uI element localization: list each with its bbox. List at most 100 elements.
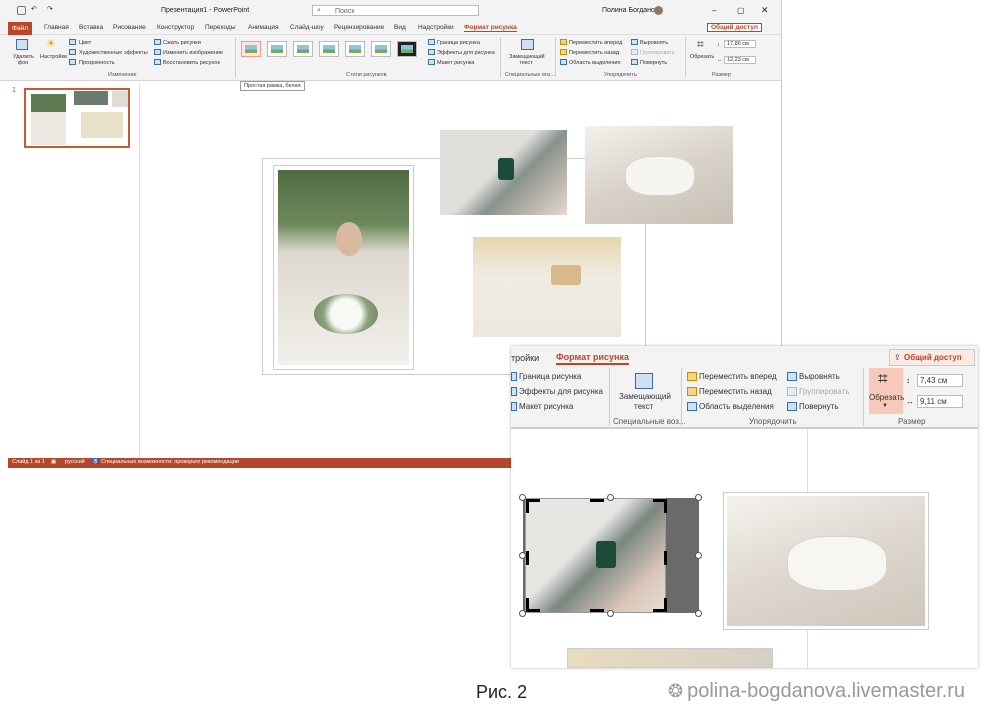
- transparency-icon: [69, 59, 76, 65]
- zoom-effects-button[interactable]: Эффекты для рисунка: [519, 387, 603, 396]
- group-arrange-label: Упорядочить: [604, 72, 637, 78]
- zoom-ribbon: тройки Формат рисунка ⇪ Общий доступ Гра…: [511, 346, 978, 428]
- separator: [500, 37, 501, 77]
- zoom-layout-button[interactable]: Макет рисунка: [519, 402, 573, 411]
- resize-handle[interactable]: [519, 610, 526, 617]
- tab-draw[interactable]: Рисование: [113, 24, 146, 31]
- crop-button[interactable]: Обрезать: [690, 54, 714, 60]
- group-accessibility-label: Специальные воз...: [505, 72, 555, 78]
- notes-icon[interactable]: ▣: [51, 459, 56, 465]
- send-backward-button[interactable]: Переместить назад: [569, 50, 619, 56]
- transparency-button[interactable]: Прозрачность: [79, 60, 115, 66]
- zoom-tab-previous[interactable]: тройки: [511, 353, 539, 363]
- tab-view[interactable]: Вид: [394, 24, 406, 31]
- resize-handle[interactable]: [607, 610, 614, 617]
- share-icon: ⇪: [894, 353, 901, 362]
- zoom-border-button[interactable]: Граница рисунка: [519, 372, 581, 381]
- zoom-photo-shoes[interactable]: [723, 492, 929, 630]
- photo-shoes[interactable]: [585, 126, 733, 224]
- zoom-height-input[interactable]: 7,43 см: [917, 374, 963, 387]
- tab-home[interactable]: Главная: [44, 24, 69, 31]
- zoom-width-icon: ↔: [906, 397, 914, 406]
- slide-thumbnail[interactable]: [24, 88, 130, 148]
- selection-pane-button[interactable]: Область выделения: [569, 60, 620, 66]
- search-box[interactable]: ⌕ Поиск: [312, 5, 479, 16]
- alt-text-button[interactable]: Замещающий текст: [509, 54, 545, 66]
- picture-effects-button[interactable]: Эффекты для рисунка: [437, 50, 495, 56]
- resize-handle[interactable]: [519, 494, 526, 501]
- zoom-bring-forward-button[interactable]: Переместить вперед: [699, 372, 777, 381]
- photo-bride[interactable]: [273, 165, 414, 370]
- zoom-width-input[interactable]: 9,11 см: [917, 395, 963, 408]
- tab-insert[interactable]: Вставка: [79, 24, 103, 31]
- style-thumbnail-7[interactable]: [397, 41, 417, 57]
- resize-handle[interactable]: [695, 552, 702, 559]
- crop-frame[interactable]: [523, 496, 670, 615]
- zoom-rotate-button[interactable]: Повернуть: [799, 402, 839, 411]
- remove-background-button[interactable]: Удалить фон: [13, 54, 34, 66]
- thumb-photo-shoes: [112, 91, 128, 107]
- width-input[interactable]: 12,23 см: [724, 56, 756, 64]
- avatar[interactable]: [654, 6, 663, 15]
- resize-handle[interactable]: [607, 494, 614, 501]
- rotate-button[interactable]: Повернуть: [640, 60, 667, 66]
- tab-file[interactable]: Файл: [8, 22, 32, 35]
- zoom-tab-picture-format[interactable]: Формат рисунка: [556, 352, 629, 365]
- align-button[interactable]: Выровнять: [640, 40, 668, 46]
- tab-slideshow[interactable]: Слайд-шоу: [290, 24, 324, 31]
- tab-design[interactable]: Конструктор: [157, 24, 194, 31]
- zoom-alt-text-line2[interactable]: текст: [634, 402, 653, 411]
- reset-picture-button[interactable]: Восстановить рисунок: [163, 60, 220, 66]
- zoom-photo-flowers[interactable]: [567, 648, 773, 668]
- align-icon: [631, 39, 638, 45]
- close-button[interactable]: ✕: [761, 5, 769, 16]
- status-accessibility[interactable]: Специальные возможности: проверьте реком…: [101, 459, 239, 465]
- photo-ring-box[interactable]: [440, 130, 567, 215]
- zoom-send-backward-button[interactable]: Переместить назад: [699, 387, 772, 396]
- separator: [555, 37, 556, 77]
- style-thumbnail-4[interactable]: [319, 41, 339, 57]
- zoom-selection-pane-button[interactable]: Область выделения: [699, 402, 774, 411]
- style-thumbnail-3[interactable]: [293, 41, 313, 57]
- zoom-align-button[interactable]: Выровнять: [799, 372, 840, 381]
- minimize-button[interactable]: –: [712, 6, 716, 15]
- undo-icon[interactable]: ↶: [31, 5, 37, 13]
- artistic-effects-button[interactable]: Художественные эффекты: [79, 50, 148, 56]
- photo-flowers[interactable]: [473, 237, 621, 337]
- resize-handle[interactable]: [519, 552, 526, 559]
- zoom-group-button[interactable]: Группировать: [799, 387, 850, 396]
- compress-button[interactable]: Сжать рисунки: [163, 40, 201, 46]
- zoom-height-icon: ↕: [906, 376, 910, 385]
- alt-text-icon: [521, 39, 534, 50]
- style-thumbnail-2[interactable]: [267, 41, 287, 57]
- tab-animations[interactable]: Анимация: [248, 24, 279, 31]
- resize-handle[interactable]: [695, 494, 702, 501]
- share-button[interactable]: Общий доступ: [707, 23, 762, 32]
- zoom-alt-text-line1[interactable]: Замещающий: [619, 392, 671, 401]
- tab-review[interactable]: Рецензирование: [334, 24, 384, 31]
- tab-transitions[interactable]: Переходы: [205, 24, 236, 31]
- corrections-button[interactable]: Настройки: [40, 54, 67, 60]
- picture-border-icon: [428, 39, 435, 45]
- bring-forward-button[interactable]: Переместить вперед: [569, 40, 622, 46]
- zoom-group-icon: [787, 387, 797, 396]
- style-thumbnail-6[interactable]: [371, 41, 391, 57]
- color-button[interactable]: Цвет: [79, 40, 91, 46]
- change-picture-button[interactable]: Изменить изображение: [163, 50, 223, 56]
- group-button[interactable]: Группировать: [640, 50, 675, 56]
- bring-forward-icon: [560, 39, 567, 45]
- redo-icon[interactable]: ↷: [47, 5, 53, 13]
- tab-picture-format[interactable]: Формат рисунка: [464, 24, 517, 32]
- tab-addins[interactable]: Надстройки: [418, 24, 454, 31]
- zoom-crop-button[interactable]: ⌗ Обрезать ▼: [869, 368, 904, 414]
- status-language[interactable]: русский: [65, 459, 85, 465]
- resize-handle[interactable]: [695, 610, 702, 617]
- style-thumbnail-1[interactable]: [241, 41, 261, 57]
- height-input[interactable]: 17,86 см: [724, 40, 756, 48]
- picture-layout-button[interactable]: Макет рисунка: [437, 60, 474, 66]
- picture-border-button[interactable]: Граница рисунка: [437, 40, 480, 46]
- maximize-button[interactable]: ▢: [737, 6, 745, 15]
- zoom-share-button[interactable]: ⇪ Общий доступ: [889, 349, 975, 366]
- style-thumbnail-5[interactable]: [345, 41, 365, 57]
- save-icon[interactable]: [17, 6, 26, 15]
